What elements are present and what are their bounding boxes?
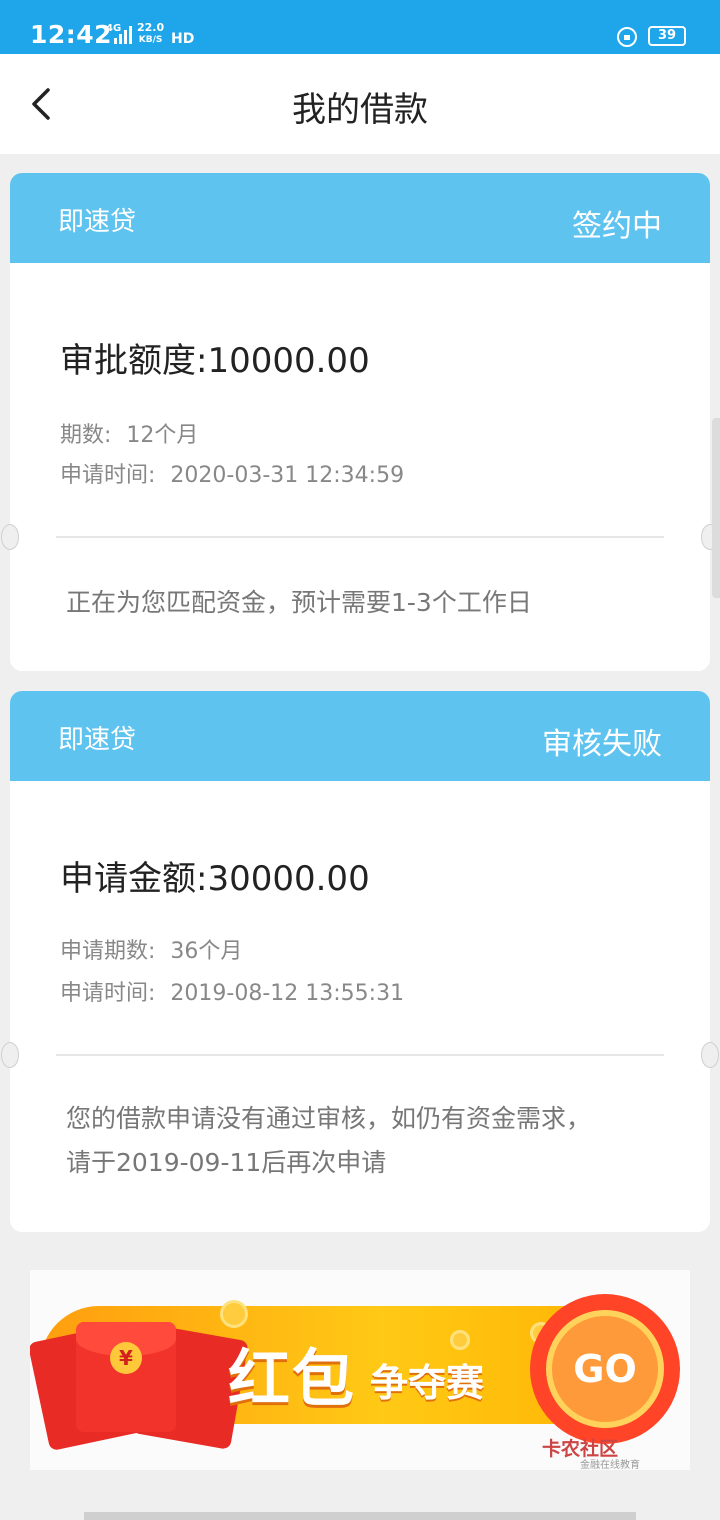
loan-status: 签约中 [572, 209, 662, 244]
signal-icon [114, 24, 132, 44]
nav-bar: 我的借款 [0, 54, 720, 154]
hd-label: HD [171, 31, 195, 47]
promo-banner[interactable]: ¥ 红包 争夺赛 GO 卡农社区 金融在线教育 [30, 1270, 690, 1470]
coin-icon [220, 1300, 248, 1328]
time-line: 申请时间: 2020-03-31 12:34:59 [60, 457, 404, 489]
loan-notice: 您的借款申请没有通过审核，如仍有资金需求， 请于2019-09-11后再次申请 [66, 1097, 666, 1185]
banner-title: 红包 [228, 1342, 357, 1415]
amount-value: 10000.00 [207, 341, 370, 381]
time-value: 2020-03-31 12:34:59 [170, 463, 405, 488]
rotation-lock-icon [617, 27, 637, 47]
term-value: 12个月 [126, 423, 199, 448]
loan-card[interactable]: 即速贷 签约中 审批额度:10000.00 期数: 12个月 申请时间: 202… [1, 173, 719, 671]
scallop-edge [10, 774, 710, 781]
amount-label: 申请金额: [60, 859, 208, 899]
scallop-edge [10, 256, 710, 263]
product-name: 即速贷 [58, 725, 137, 755]
yuan-coin-icon: ¥ [110, 1342, 142, 1374]
status-bar: 12:42 4G 22.0 KB/S HD 39 [0, 0, 720, 54]
term-label: 期数: [60, 423, 112, 448]
loan-card[interactable]: 即速贷 审核失败 申请金额:30000.00 申请期数: 36个月 申请时间: … [1, 691, 719, 1232]
term-label: 申请期数: [60, 939, 156, 964]
network-speed-unit: KB/S [138, 35, 163, 45]
loan-status: 审核失败 [542, 727, 662, 762]
amount-label: 审批额度: [60, 341, 208, 381]
loan-card-header: 即速贷 审核失败 [10, 691, 710, 781]
term-line: 申请期数: 36个月 [60, 933, 242, 965]
loan-card-header: 即速贷 签约中 [10, 173, 710, 263]
battery-icon: 39 [648, 26, 686, 46]
red-envelope-icon: ¥ [76, 1322, 176, 1432]
divider [56, 536, 664, 538]
scrollbar[interactable] [712, 418, 720, 598]
amount-line: 审批额度:10000.00 [60, 333, 370, 382]
page-title: 我的借款 [292, 90, 428, 130]
ticket-notch [1, 1042, 19, 1068]
time-label: 申请时间: [60, 463, 156, 488]
go-label: GO [546, 1310, 664, 1428]
banner-subtitle: 争夺赛 [370, 1361, 485, 1405]
battery-level: 39 [657, 28, 677, 43]
notice-line: 您的借款申请没有通过审核，如仍有资金需求， [66, 1104, 592, 1133]
time-line: 申请时间: 2019-08-12 13:55:31 [60, 975, 404, 1007]
divider [56, 1054, 664, 1056]
term-value: 36个月 [170, 939, 243, 964]
product-name: 即速贷 [58, 207, 137, 237]
network-speed-value: 22.0 [137, 21, 165, 34]
status-time: 12:42 [30, 20, 113, 49]
network-speed: 22.0 KB/S [137, 22, 164, 46]
time-label: 申请时间: [60, 981, 156, 1006]
notice-line: 请于2019-09-11后再次申请 [66, 1148, 387, 1177]
amount-line: 申请金额:30000.00 [60, 851, 370, 900]
coin-icon [450, 1330, 470, 1350]
term-line: 期数: 12个月 [60, 417, 198, 449]
ticket-notch [1, 524, 19, 550]
time-value: 2019-08-12 13:55:31 [170, 981, 405, 1006]
hd-icon: HD [171, 25, 195, 47]
loan-notice: 正在为您匹配资金，预计需要1-3个工作日 [66, 588, 532, 617]
watermark-subtitle: 金融在线教育 [580, 1460, 640, 1470]
bottom-tab-strip [84, 1512, 636, 1520]
ticket-notch [701, 1042, 719, 1068]
amount-value: 30000.00 [207, 859, 370, 899]
go-button[interactable]: GO [530, 1294, 680, 1444]
